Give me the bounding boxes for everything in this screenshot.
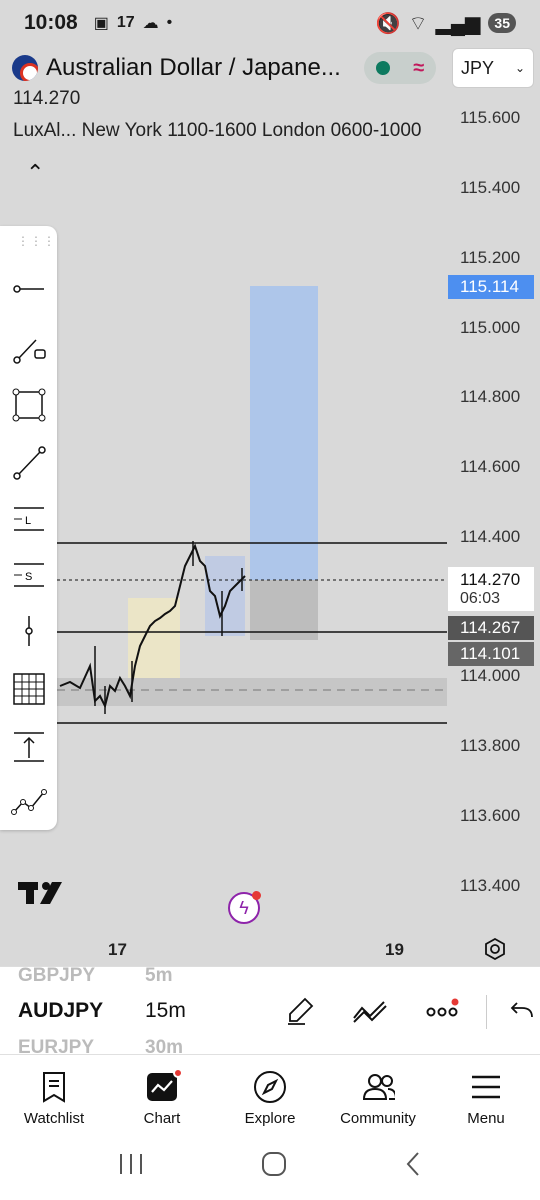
chart-canvas[interactable]	[0, 46, 540, 966]
axis-tick: 115.200	[460, 248, 521, 267]
bottom-tab-bar[interactable]: Watchlist Chart Explore Community Menu	[0, 1054, 540, 1132]
price-range-tool-icon[interactable]	[10, 728, 48, 766]
bar-countdown: 06:03	[460, 590, 501, 607]
tab-watchlist[interactable]: Watchlist	[0, 1061, 108, 1127]
order-block	[205, 556, 245, 636]
dot-icon: •	[166, 14, 173, 31]
current-symbol[interactable]: AUDJPY	[18, 999, 103, 1023]
menu-icon	[469, 1070, 503, 1104]
time-axis-label: 17	[108, 940, 127, 959]
tab-explore[interactable]: Explore	[216, 1061, 324, 1127]
short-position-tool-icon[interactable]: S	[10, 556, 48, 594]
recent-apps-icon[interactable]	[117, 1151, 145, 1182]
status-bar: 10:08 ▣ 17 ☁ • 🔇 ⌔ ▂▄▆ 35	[0, 0, 540, 46]
horizontal-ray-tool-icon[interactable]	[10, 270, 48, 308]
indicators-icon[interactable]	[352, 993, 388, 1029]
settings-gear-icon[interactable]	[484, 937, 506, 961]
axis-tick: 114.800	[460, 387, 521, 406]
notification-dot	[252, 891, 261, 900]
screenshot-icon: ▣	[93, 15, 109, 32]
wave-icon: ≈	[413, 56, 425, 79]
currency-select[interactable]: JPY ⌄	[452, 48, 534, 88]
svg-text:S: S	[25, 571, 32, 583]
more-options-icon[interactable]	[424, 993, 460, 1029]
tab-menu[interactable]: Menu	[432, 1061, 540, 1127]
watchlist-icon	[37, 1070, 71, 1104]
tradingview-notify-icon: 17	[116, 14, 135, 31]
target-price-tag: 115.114	[448, 275, 534, 299]
axis-tick: 113.600	[460, 806, 521, 825]
current-price-tag: 114.270 06:03	[448, 567, 534, 611]
tab-chart[interactable]: Chart	[108, 1061, 216, 1127]
chart-icon	[145, 1068, 183, 1104]
target-zone	[250, 286, 318, 580]
line-price-tag: 114.101	[448, 642, 534, 666]
axis-tick: 113.800	[460, 736, 521, 755]
home-icon[interactable]	[260, 1150, 288, 1183]
axis-tick: 114.400	[460, 527, 521, 546]
undo-icon[interactable]	[504, 993, 540, 1029]
chevron-down-icon: ⌄	[514, 61, 525, 75]
australia-flag-icon	[12, 55, 38, 81]
symbol-header[interactable]: Australian Dollar / Japane...	[12, 54, 341, 82]
axis-tick: 113.400	[460, 876, 521, 895]
vertical-line-tool-icon[interactable]	[10, 612, 48, 650]
path-tool-icon[interactable]	[10, 782, 48, 820]
signal-icon: ▂▄▆	[435, 12, 481, 35]
tab-label: Community	[340, 1110, 416, 1127]
axis-tick: 115.000	[460, 318, 521, 337]
last-price: 114.270	[13, 88, 81, 109]
axis-tick: 114.600	[460, 457, 521, 476]
tab-label: Watchlist	[23, 1110, 85, 1127]
line-price-tag: 114.267	[448, 616, 534, 640]
tab-label: Explore	[244, 1110, 296, 1127]
tab-label: Menu	[467, 1110, 505, 1127]
time-axis-label: 19	[385, 940, 404, 959]
notification-dot	[173, 1068, 183, 1078]
trend-line-tool-icon[interactable]	[10, 328, 48, 366]
lightning-icon[interactable]: ϟ	[228, 891, 261, 924]
symbol-title[interactable]: Australian Dollar / Japane...	[46, 54, 341, 82]
long-position-tool-icon[interactable]: L	[10, 500, 48, 538]
current-price-value: 114.270	[460, 570, 521, 589]
market-open-dot-icon	[375, 61, 390, 75]
battery-indicator: 35	[488, 13, 516, 33]
line-tool-icon[interactable]	[10, 444, 48, 482]
collapse-legend-icon[interactable]: ⌃	[26, 160, 44, 186]
prev-interval[interactable]: 5m	[145, 965, 172, 987]
drag-handle-icon[interactable]: ⋮⋮⋮	[17, 234, 56, 248]
compass-icon	[253, 1070, 287, 1104]
current-interval[interactable]: 15m	[145, 999, 186, 1023]
drawing-toolbar[interactable]: ⋮⋮⋮ L S	[0, 226, 57, 830]
axis-tick: 115.400	[460, 178, 521, 197]
market-status-pill[interactable]: ≈	[364, 52, 436, 84]
pen-draw-icon[interactable]	[282, 993, 318, 1029]
axis-tick: 115.600	[460, 108, 521, 127]
mute-icon: 🔇	[375, 12, 401, 35]
tab-community[interactable]: Community	[324, 1061, 432, 1127]
community-icon	[361, 1070, 395, 1104]
axis-tick: 114.000	[460, 666, 521, 685]
svg-text:L: L	[25, 515, 31, 527]
stop-zone	[250, 580, 318, 640]
tab-label: Chart	[143, 1110, 181, 1127]
back-icon[interactable]	[403, 1150, 423, 1183]
cloud-icon: ☁	[142, 15, 159, 32]
symbol-interval-bar[interactable]: GBPJPY 5m AUDJPY 15m EURJPY 30m	[0, 965, 540, 1058]
indicator-legend[interactable]: LuxAl... New York 1100-1600 London 0600-…	[13, 120, 421, 142]
currency-value: JPY	[461, 57, 495, 78]
chart-area[interactable]: Australian Dollar / Japane... ≈ JPY ⌄ 11…	[0, 46, 540, 966]
system-nav-bar[interactable]	[0, 1132, 540, 1200]
rectangle-tool-icon[interactable]	[10, 386, 48, 424]
status-time: 10:08	[24, 11, 78, 34]
wifi-icon: ⌔	[408, 12, 428, 35]
prev-symbol[interactable]: GBPJPY	[18, 965, 95, 987]
fib-grid-tool-icon[interactable]	[10, 670, 48, 708]
tradingview-logo	[16, 876, 68, 913]
